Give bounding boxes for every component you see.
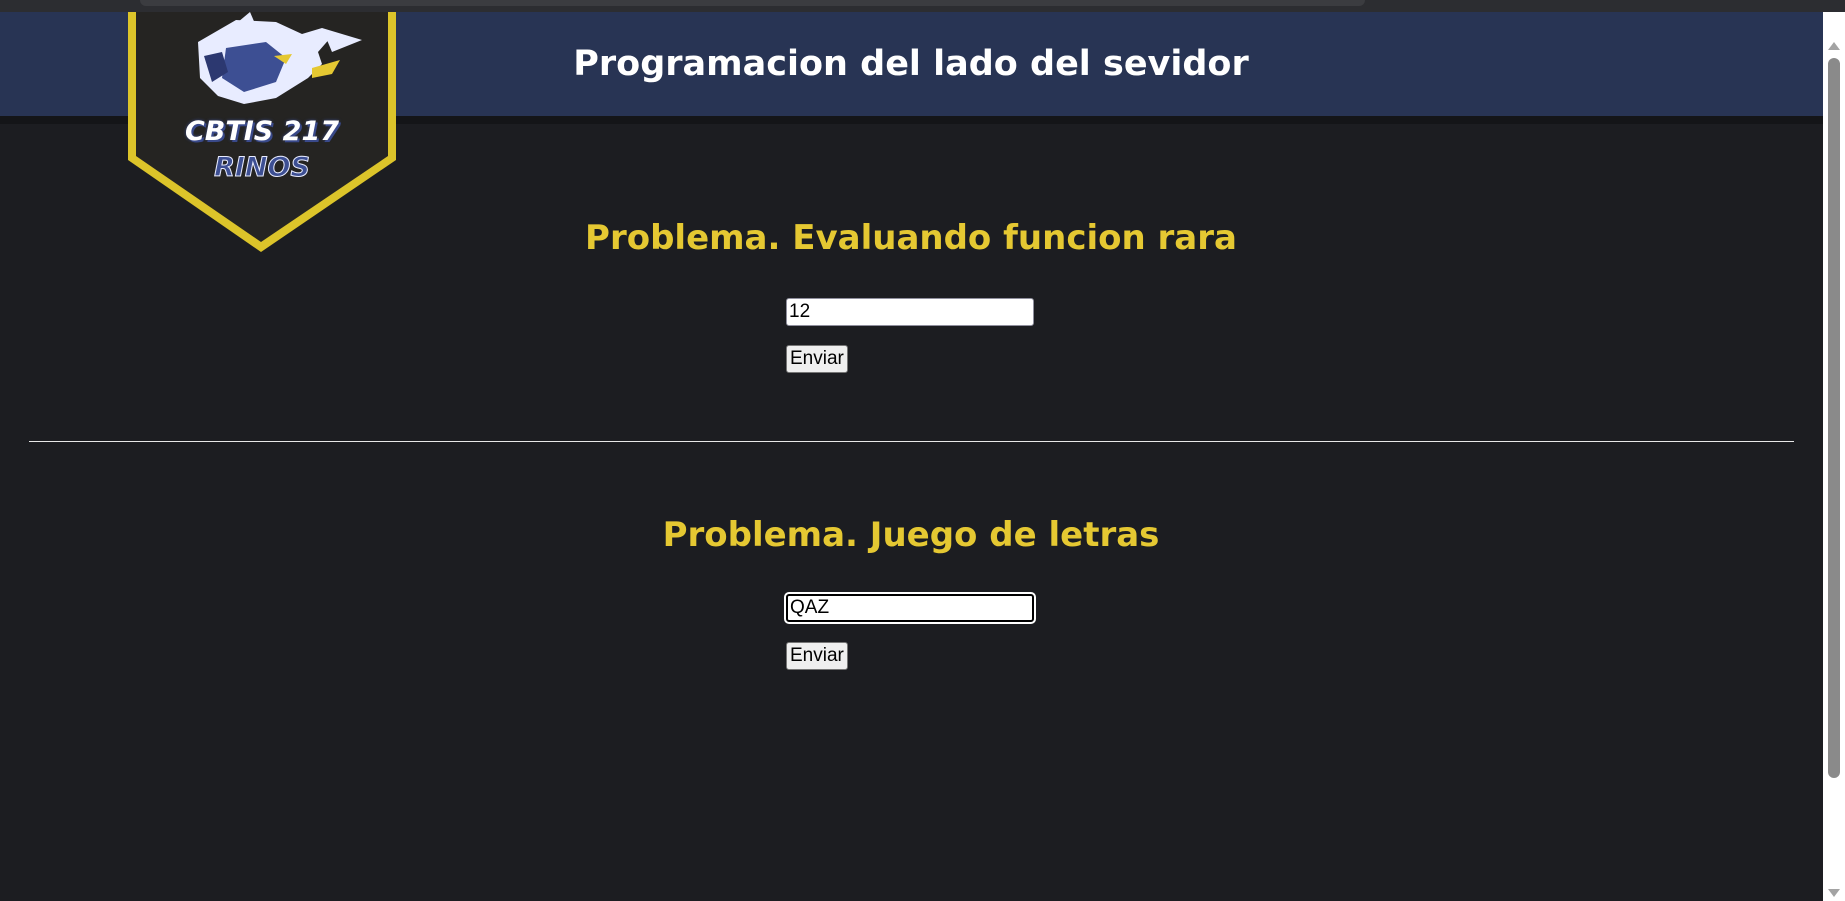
problem-2-title: Problema. Juego de letras	[662, 515, 1160, 555]
problem-1-submit-button[interactable]: Enviar	[786, 345, 848, 373]
logo-text-team: RINOS	[214, 152, 311, 184]
problem-1-input[interactable]	[786, 298, 1034, 326]
scroll-down-arrow-icon[interactable]	[1828, 889, 1840, 897]
logo-text-school: CBTIS 217	[184, 116, 340, 147]
problem-2-input[interactable]	[786, 594, 1034, 622]
page: Programacion del lado del sevidor CBTIS …	[0, 0, 1845, 901]
section-divider	[29, 441, 1794, 442]
vertical-scrollbar[interactable]	[1823, 12, 1845, 901]
scroll-up-arrow-icon[interactable]	[1828, 42, 1840, 50]
school-logo: CBTIS 217 RINOS	[126, 12, 398, 252]
problem-2-submit-button[interactable]: Enviar	[786, 642, 848, 670]
browser-tab-strip	[140, 0, 1365, 6]
browser-top-bar	[0, 0, 1845, 12]
scroll-thumb[interactable]	[1828, 58, 1840, 778]
problem-1-title: Problema. Evaluando funcion rara	[585, 218, 1237, 258]
